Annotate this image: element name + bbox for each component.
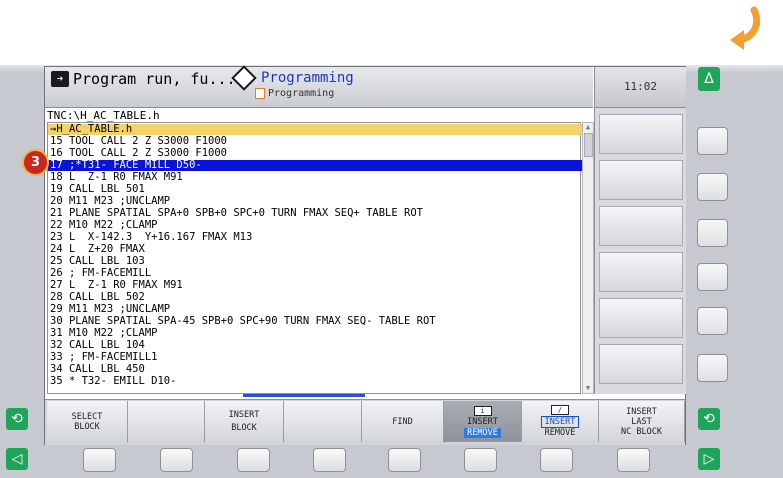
- bezel-right-key-3[interactable]: [697, 219, 728, 247]
- horizontal-scroll-indicator: [243, 394, 365, 397]
- program-line[interactable]: 25 CALL LBL 103: [50, 256, 145, 267]
- bezel-right-key-6[interactable]: [697, 354, 728, 382]
- insert-last-nc-block-softkey[interactable]: INSERT LAST NC BLOCK: [599, 401, 685, 442]
- insert-remove-info-softkey[interactable]: i INSERT REMOVE: [444, 401, 522, 442]
- program-line[interactable]: 18 L Z-1 R0 FMAX M91: [50, 172, 183, 183]
- bezel-right-key-5[interactable]: [697, 307, 728, 335]
- bezel-bottom-key-4[interactable]: [313, 448, 346, 472]
- triangle-right-icon[interactable]: ▷: [698, 448, 720, 470]
- program-line[interactable]: 23 L X-142.3 Y+16.167 FMAX M13: [50, 232, 252, 243]
- program-line[interactable]: 24 L Z+20 FMAX: [50, 244, 145, 255]
- softkey-bar: SELECT BLOCK INSERT BLOCK FIND i INSERT …: [45, 399, 685, 445]
- curved-arrow-icon: [730, 6, 761, 50]
- softkey-label: INSERT: [540, 416, 580, 428]
- program-line[interactable]: 35 * T32- EMILL D10-: [50, 376, 176, 387]
- softkey-label: INSERT: [228, 410, 260, 420]
- document-icon: [255, 88, 265, 99]
- step-number-badge: 3: [22, 149, 49, 176]
- insert-block-softkey[interactable]: INSERT BLOCK: [205, 401, 284, 442]
- programming-icon: [231, 65, 257, 91]
- vertical-softkey-2[interactable]: [599, 160, 683, 200]
- program-line[interactable]: 31 M10 M22 ;CLAMP: [50, 328, 157, 339]
- find-softkey[interactable]: FIND: [362, 401, 444, 442]
- info-icon: i: [473, 405, 492, 416]
- program-line[interactable]: 28 CALL LBL 502: [50, 292, 145, 303]
- clock: 11:02: [594, 67, 686, 108]
- vertical-scrollbar[interactable]: ▲ ▼: [582, 122, 594, 394]
- empty-softkey-4[interactable]: [284, 401, 362, 442]
- program-line[interactable]: 22 M10 M22 ;CLAMP: [50, 220, 157, 231]
- mode-program-run-label: Program run, fu...: [73, 70, 236, 88]
- program-line[interactable]: 21 PLANE SPATIAL SPA+0 SPB+0 SPC+0 TURN …: [50, 208, 423, 219]
- vertical-softkey-panel: [594, 108, 686, 394]
- softkey-label: INSERT: [467, 416, 498, 427]
- softkey-label: NC BLOCK: [621, 426, 662, 437]
- softkey-label: INSERT: [626, 406, 657, 417]
- control-screen: ➔ Program run, fu... Programming Program…: [44, 65, 686, 445]
- bezel-bottom-key-7[interactable]: [540, 448, 573, 472]
- vertical-softkey-3[interactable]: [599, 206, 683, 246]
- softkey-label: SELECT: [71, 411, 103, 422]
- bezel-right-key-1[interactable]: [697, 127, 728, 155]
- delta-icon[interactable]: Δ: [698, 67, 720, 91]
- vertical-softkey-6[interactable]: [599, 344, 683, 384]
- insert-remove-comment-softkey[interactable]: / INSERT REMOVE: [522, 401, 599, 442]
- bezel-bottom-key-1[interactable]: [83, 448, 116, 472]
- softkey-label: BLOCK: [231, 423, 257, 433]
- bezel-right-key-2[interactable]: [697, 173, 728, 201]
- bezel-right-key-4[interactable]: [697, 263, 728, 291]
- refresh-icon[interactable]: ⟲: [6, 408, 28, 430]
- program-line[interactable]: 29 M11 M23 ;UNCLAMP: [50, 304, 170, 315]
- program-line[interactable]: 30 PLANE SPATIAL SPA-45 SPB+0 SPC+90 TUR…: [50, 316, 436, 327]
- program-listing[interactable]: →H_AC_TABLE.h 15 TOOL CALL 2 Z S3000 F10…: [47, 122, 586, 394]
- program-line[interactable]: 27 L Z-1 R0 FMAX M91: [50, 280, 183, 291]
- program-line[interactable]: 32 CALL LBL 104: [50, 340, 145, 351]
- program-line[interactable]: 34 CALL LBL 450: [50, 364, 145, 375]
- scroll-up-icon[interactable]: ▲: [583, 123, 593, 132]
- file-path: TNC:\H_AC_TABLE.h: [47, 109, 160, 122]
- bezel-bottom-key-3[interactable]: [237, 448, 270, 472]
- vertical-softkey-4[interactable]: [599, 252, 683, 292]
- scrollbar-thumb[interactable]: [584, 133, 593, 157]
- program-line[interactable]: 16 TOOL CALL 2 Z S3000 F1000: [50, 148, 227, 159]
- softkey-label: REMOVE: [544, 428, 576, 438]
- triangle-left-icon[interactable]: ◁: [6, 448, 28, 470]
- mode-programming[interactable]: Programming Programming: [231, 65, 354, 99]
- softkey-label: BLOCK: [74, 421, 100, 432]
- mode-programming-label: Programming: [261, 70, 354, 86]
- bezel-bottom-key-6[interactable]: [464, 448, 497, 472]
- softkey-label: REMOVE: [464, 427, 501, 438]
- program-line[interactable]: 19 CALL LBL 501: [50, 184, 145, 195]
- scroll-down-icon[interactable]: ▼: [583, 384, 593, 393]
- program-line[interactable]: 26 ; FM-FACEMILL: [50, 268, 151, 279]
- mode-program-run[interactable]: ➔ Program run, fu...: [51, 70, 236, 88]
- vertical-softkey-5[interactable]: [599, 298, 683, 338]
- comment-icon: /: [551, 405, 569, 415]
- bezel-bottom-key-8[interactable]: [617, 448, 650, 472]
- mode-header: ➔ Program run, fu... Programming Program…: [45, 65, 593, 108]
- bezel-bottom-key-5[interactable]: [388, 448, 421, 472]
- program-line[interactable]: 20 M11 M23 ;UNCLAMP: [50, 196, 170, 207]
- softkey-label: LAST: [631, 416, 652, 427]
- program-line[interactable]: 15 TOOL CALL 2 Z S3000 F1000: [50, 136, 227, 147]
- refresh-icon[interactable]: ⟲: [698, 408, 720, 430]
- vertical-softkey-1[interactable]: [599, 114, 683, 154]
- empty-softkey-2[interactable]: [128, 401, 205, 442]
- softkey-label: FIND: [392, 416, 413, 427]
- selected-program-line[interactable]: 17 ;*T31- FACE MILL D50-: [48, 160, 586, 171]
- program-line[interactable]: 33 ; FM-FACEMILL1: [50, 352, 157, 363]
- bezel-bottom-key-2[interactable]: [160, 448, 193, 472]
- file-header-line[interactable]: →H_AC_TABLE.h: [48, 124, 586, 135]
- mode-programming-sub: Programming: [255, 88, 354, 99]
- mode-programming-sub-label: Programming: [268, 88, 335, 99]
- program-run-icon: ➔: [51, 71, 69, 87]
- select-block-softkey[interactable]: SELECT BLOCK: [47, 401, 128, 442]
